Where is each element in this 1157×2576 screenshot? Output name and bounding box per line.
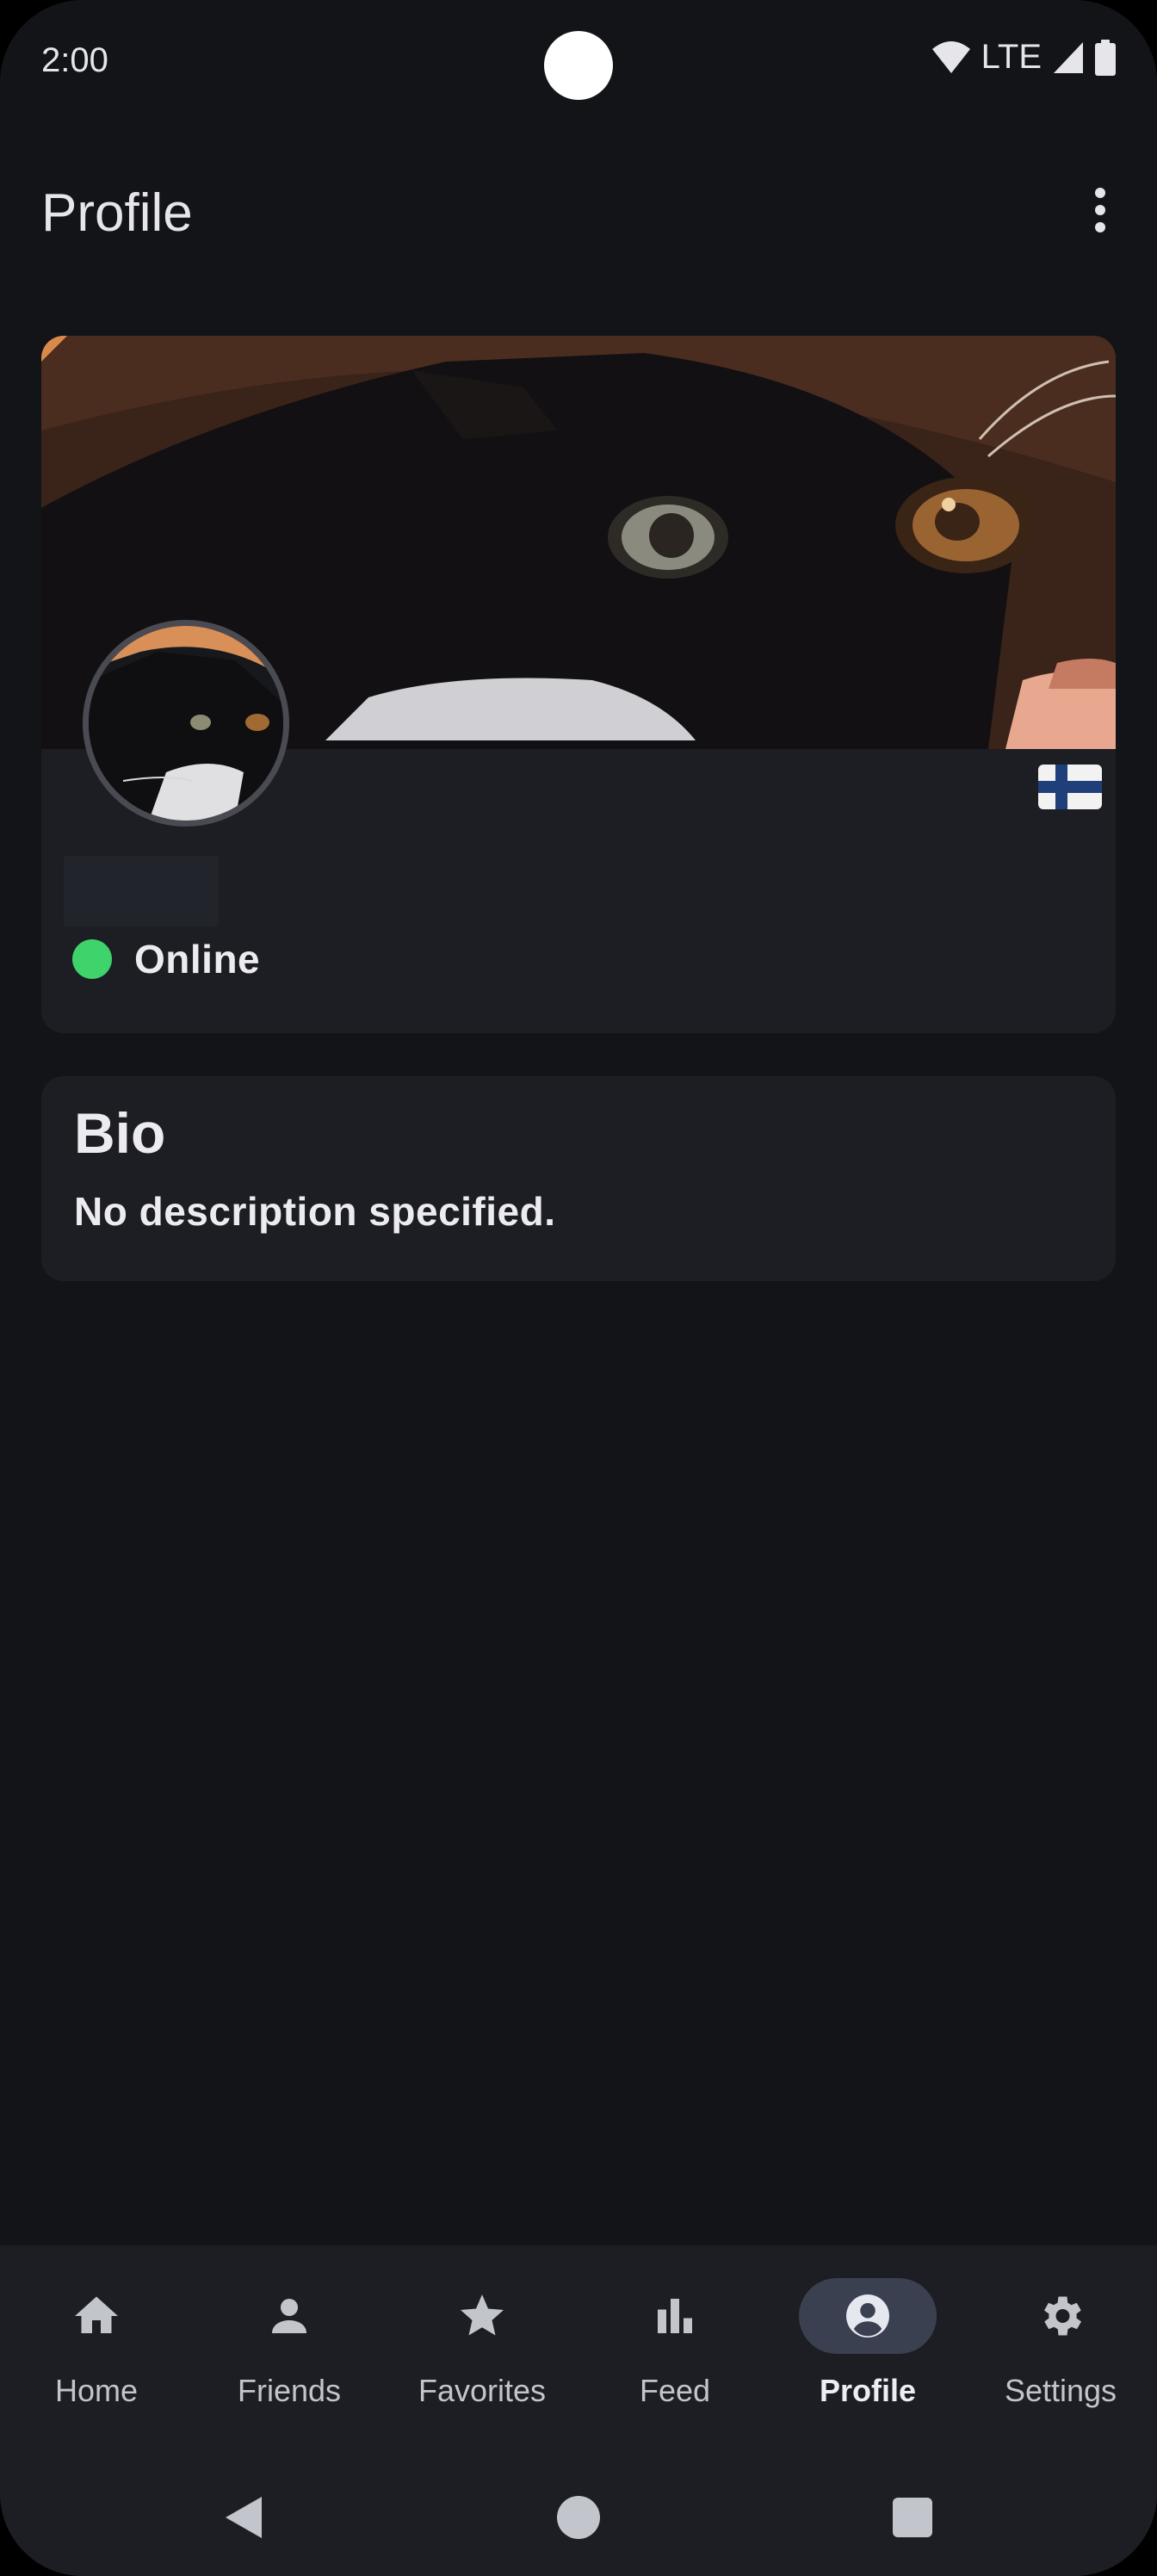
status-icons: LTE: [931, 38, 1116, 77]
signal-icon: [1052, 40, 1085, 75]
nav-label: Feed: [639, 2373, 711, 2408]
battery-icon: [1095, 39, 1116, 76]
more-options-button[interactable]: [1069, 181, 1131, 243]
bio-text: No description specified.: [74, 1189, 556, 1234]
nav-label: Profile: [819, 2373, 917, 2408]
device-screen: 2:00 LTE Profile Online Bio No descripti…: [0, 0, 1157, 2576]
avatar[interactable]: [83, 620, 289, 827]
home-circle-icon: [556, 2495, 601, 2544]
nav-label: Friends: [237, 2373, 342, 2408]
online-status-dot: [72, 939, 112, 979]
system-navigation-bar: [0, 2459, 1157, 2576]
nav-item-friends[interactable]: Friends: [193, 2245, 386, 2459]
finland-flag-icon: [1038, 765, 1102, 809]
nav-label: Home: [54, 2373, 139, 2408]
home-button[interactable]: [544, 2485, 613, 2554]
home-icon: [71, 2290, 122, 2342]
app-bar: Profile: [0, 155, 1157, 269]
nav-item-settings[interactable]: Settings: [964, 2245, 1157, 2459]
bottom-navigation: Home Friends Favorites Feed Profile Sett…: [0, 2245, 1157, 2459]
page-title: Profile: [41, 183, 193, 243]
network-type: LTE: [981, 38, 1042, 76]
status-bar: 2:00 LTE: [0, 0, 1157, 129]
gear-icon: [1035, 2290, 1086, 2342]
more-vert-icon: [1093, 187, 1107, 238]
bio-title: Bio: [74, 1101, 166, 1165]
wifi-icon: [931, 40, 971, 75]
bio-card: Bio No description specified.: [41, 1076, 1116, 1281]
camera-cutout: [544, 31, 613, 100]
recents-icon: [892, 2497, 933, 2542]
status-time: 2:00: [41, 41, 108, 79]
nav-item-feed[interactable]: Feed: [578, 2245, 771, 2459]
nav-label: Settings: [1004, 2373, 1117, 2408]
online-status: Online: [72, 933, 260, 985]
star-icon: [456, 2290, 508, 2342]
back-icon: [222, 2495, 263, 2544]
bar-chart-icon: [649, 2290, 701, 2342]
nav-item-home[interactable]: Home: [0, 2245, 193, 2459]
online-status-label: Online: [134, 937, 261, 981]
username-placeholder: [64, 856, 219, 926]
nav-label: Favorites: [418, 2373, 547, 2408]
recents-button[interactable]: [878, 2485, 947, 2554]
account-circle-icon: [842, 2290, 894, 2342]
profile-card: Online: [41, 336, 1116, 1033]
person-icon: [263, 2290, 315, 2342]
nav-item-profile[interactable]: Profile: [771, 2245, 964, 2459]
nav-item-favorites[interactable]: Favorites: [386, 2245, 578, 2459]
back-button[interactable]: [208, 2485, 277, 2554]
